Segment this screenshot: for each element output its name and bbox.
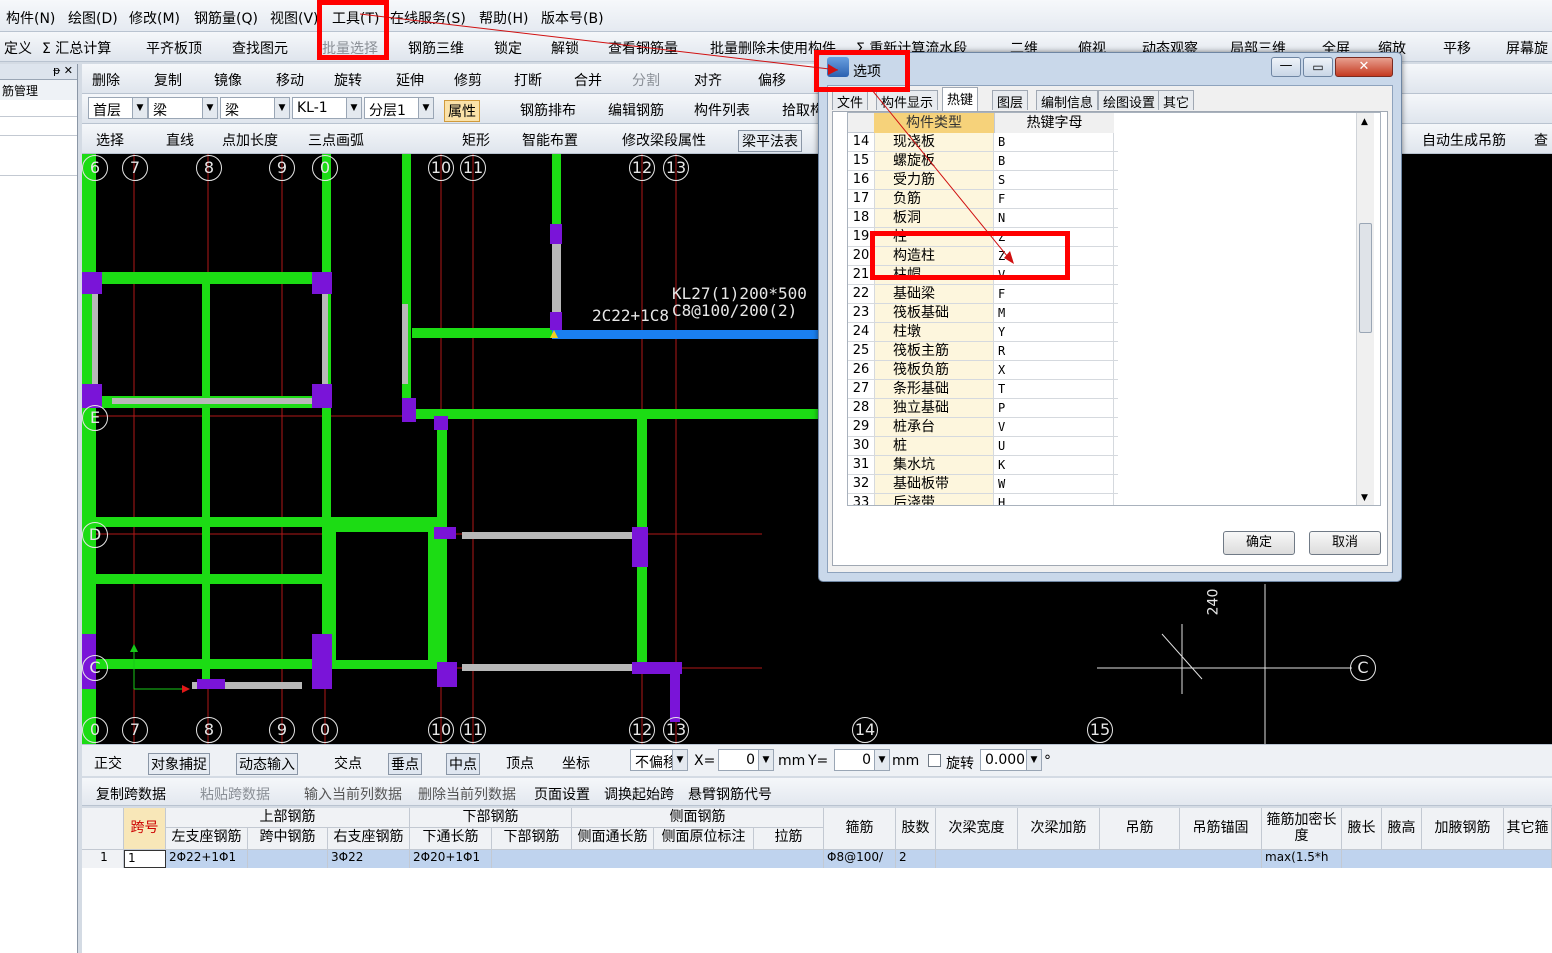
annotation-arrows (359, 13, 1014, 264)
tab-hotkey[interactable]: 热键 (942, 87, 979, 111)
